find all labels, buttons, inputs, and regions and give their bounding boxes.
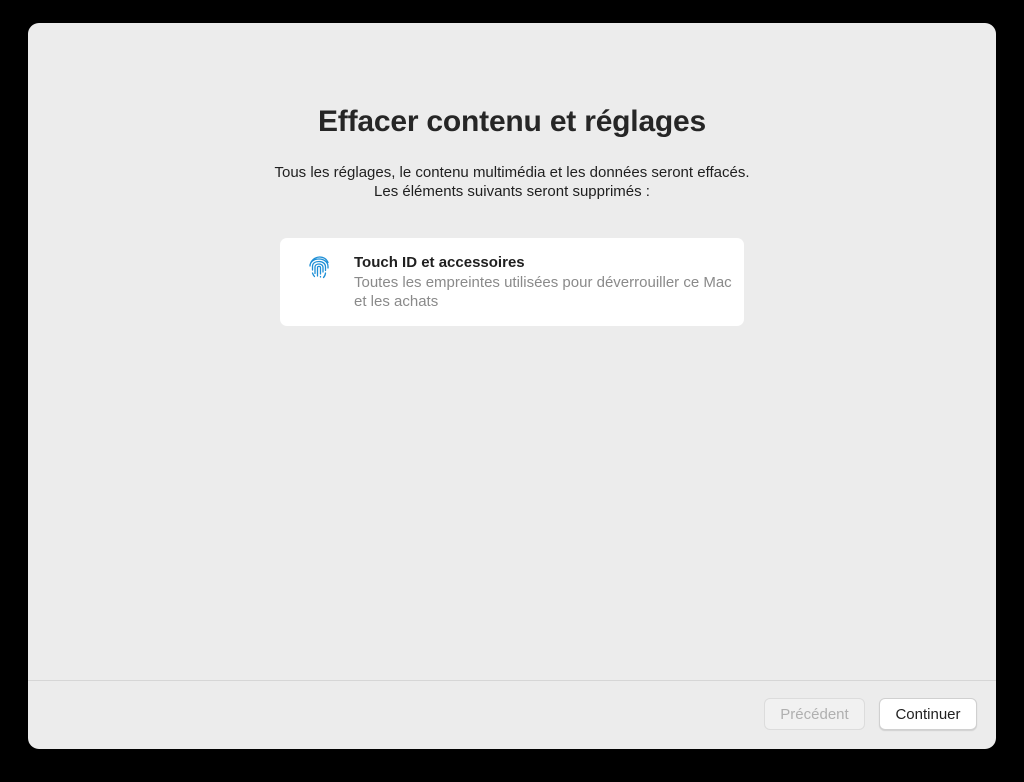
footer-divider (28, 680, 996, 681)
subtitle-line-1: Tous les réglages, le contenu multimédia… (274, 164, 750, 181)
continue-button[interactable]: Continuer (879, 698, 977, 730)
fingerprint-icon (306, 254, 332, 280)
back-button[interactable]: Précédent (764, 698, 865, 730)
erase-assistant-window: Effacer contenu et réglages Tous les rég… (28, 23, 996, 749)
page-title: Effacer contenu et réglages (317, 105, 707, 138)
page-subtitle: Tous les réglages, le contenu multimédia… (28, 163, 996, 201)
subtitle-line-2: Les éléments suivants seront supprimés : (374, 183, 650, 200)
item-description: Toutes les empreintes utilisées pour dév… (354, 274, 732, 310)
item-title: Touch ID et accessoires (354, 254, 525, 271)
item-card-touch-id: Touch ID et accessoires Toutes les empre… (280, 238, 744, 326)
